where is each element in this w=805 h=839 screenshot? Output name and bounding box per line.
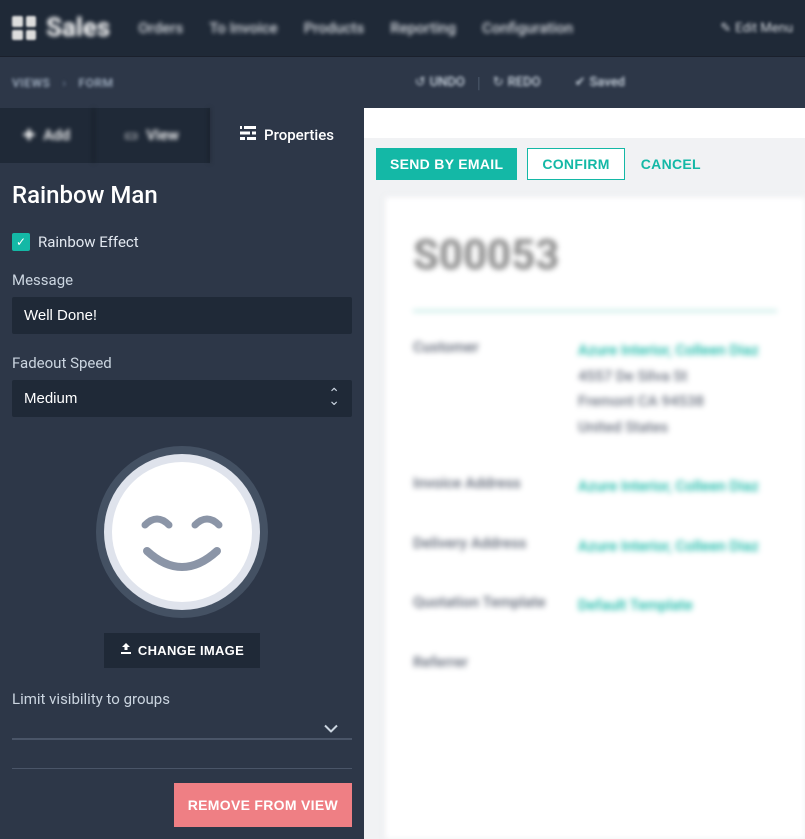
document-title: S00053: [413, 231, 777, 280]
rainbow-effect-label: Rainbow Effect: [38, 233, 139, 251]
message-label: Message: [12, 271, 352, 289]
rainbow-man-preview: [93, 443, 271, 621]
redo-button[interactable]: ↻ REDO: [493, 75, 541, 90]
doc-divider: [413, 310, 777, 312]
redo-icon: ↻: [493, 75, 504, 90]
right-topbar: [364, 108, 805, 138]
tab-properties-label: Properties: [264, 126, 334, 144]
groups-select[interactable]: [12, 716, 352, 740]
form-action-row: SEND BY EMAIL CONFIRM CANCEL: [364, 138, 805, 196]
tab-view[interactable]: ▭ View: [94, 108, 210, 163]
message-input[interactable]: [12, 297, 352, 334]
nav-orders[interactable]: Orders: [128, 19, 193, 37]
separator: |: [477, 73, 481, 92]
nav-to-invoice[interactable]: To Invoice: [199, 19, 288, 37]
fadeout-select[interactable]: Medium: [12, 380, 352, 417]
apps-icon[interactable]: [12, 16, 36, 40]
groups-label: Limit visibility to groups: [12, 690, 352, 708]
upload-icon: [120, 643, 132, 658]
send-by-email-button[interactable]: SEND BY EMAIL: [376, 148, 517, 180]
right-preview: SEND BY EMAIL CONFIRM CANCEL S00053 Cust…: [364, 108, 805, 839]
panel-title: Rainbow Man: [12, 181, 352, 209]
referrer-value[interactable]: [578, 653, 777, 671]
confirm-button[interactable]: CONFIRM: [527, 148, 624, 180]
saved-indicator: ✔ Saved: [575, 75, 625, 90]
breadcrumb-form: FORM: [79, 76, 114, 90]
properties-icon: [240, 126, 256, 144]
cancel-button[interactable]: CANCEL: [635, 148, 707, 180]
tab-add-label: Add: [43, 126, 70, 144]
breadcrumb-views[interactable]: VIEWS: [12, 76, 50, 90]
nav-reporting[interactable]: Reporting: [380, 19, 466, 37]
document-card: S00053 Customer Azure Interior, Colleen …: [384, 196, 805, 839]
rainbow-effect-row[interactable]: ✓ Rainbow Effect: [12, 233, 352, 251]
left-panel: ✚ Add ▭ View Properties Rainbow Man ✓ Ra…: [0, 108, 364, 839]
nav-products[interactable]: Products: [294, 19, 375, 37]
divider: [12, 768, 352, 769]
change-image-label: CHANGE IMAGE: [138, 643, 244, 658]
invoice-address-value[interactable]: Azure Interior, Colleen Diaz: [578, 474, 777, 500]
edit-menu-label: Edit Menu: [735, 21, 793, 36]
invoice-address-label: Invoice Address: [413, 474, 578, 500]
plus-icon: ✚: [23, 126, 36, 144]
undo-button[interactable]: ↺ UNDO: [415, 75, 465, 90]
fadeout-label: Fadeout Speed: [12, 354, 352, 372]
check-icon: ✔: [575, 75, 586, 90]
view-icon: ▭: [124, 126, 138, 144]
image-area: CHANGE IMAGE: [12, 443, 352, 668]
undo-icon: ↺: [415, 75, 426, 90]
panel-tabs: ✚ Add ▭ View Properties: [0, 108, 364, 163]
chevron-down-icon: [324, 717, 338, 736]
redo-label: REDO: [508, 75, 541, 90]
delivery-address-value[interactable]: Azure Interior, Colleen Diaz: [578, 534, 777, 560]
tab-add[interactable]: ✚ Add: [0, 108, 94, 163]
breadcrumb-sep: ›: [62, 76, 66, 90]
change-image-button[interactable]: CHANGE IMAGE: [104, 633, 260, 668]
saved-label: Saved: [590, 75, 625, 90]
top-navbar: Sales Orders To Invoice Products Reporti…: [0, 0, 805, 56]
tab-properties[interactable]: Properties: [210, 108, 364, 163]
rainbow-effect-checkbox[interactable]: ✓: [12, 233, 30, 251]
delivery-address-label: Delivery Address: [413, 534, 578, 560]
remove-from-view-button[interactable]: REMOVE FROM VIEW: [174, 783, 352, 827]
secondary-bar: VIEWS › FORM ↺ UNDO | ↻ REDO ✔ Saved: [0, 56, 805, 108]
pencil-icon: ✎: [720, 21, 731, 36]
customer-label: Customer: [413, 338, 578, 440]
quotation-template-label: Quotation Template: [413, 593, 578, 619]
tab-view-label: View: [146, 126, 179, 144]
check-icon: ✓: [16, 235, 26, 249]
nav-configuration[interactable]: Configuration: [472, 19, 583, 37]
quotation-template-value[interactable]: Default Template: [578, 593, 777, 619]
undo-label: UNDO: [430, 75, 465, 90]
app-name[interactable]: Sales: [46, 13, 110, 43]
edit-menu-button[interactable]: ✎ Edit Menu: [720, 21, 793, 36]
referrer-label: Referrer: [413, 653, 578, 671]
customer-value[interactable]: Azure Interior, Colleen Diaz 4557 De Sil…: [578, 338, 777, 440]
properties-panel: Rainbow Man ✓ Rainbow Effect Message Fad…: [0, 163, 364, 839]
